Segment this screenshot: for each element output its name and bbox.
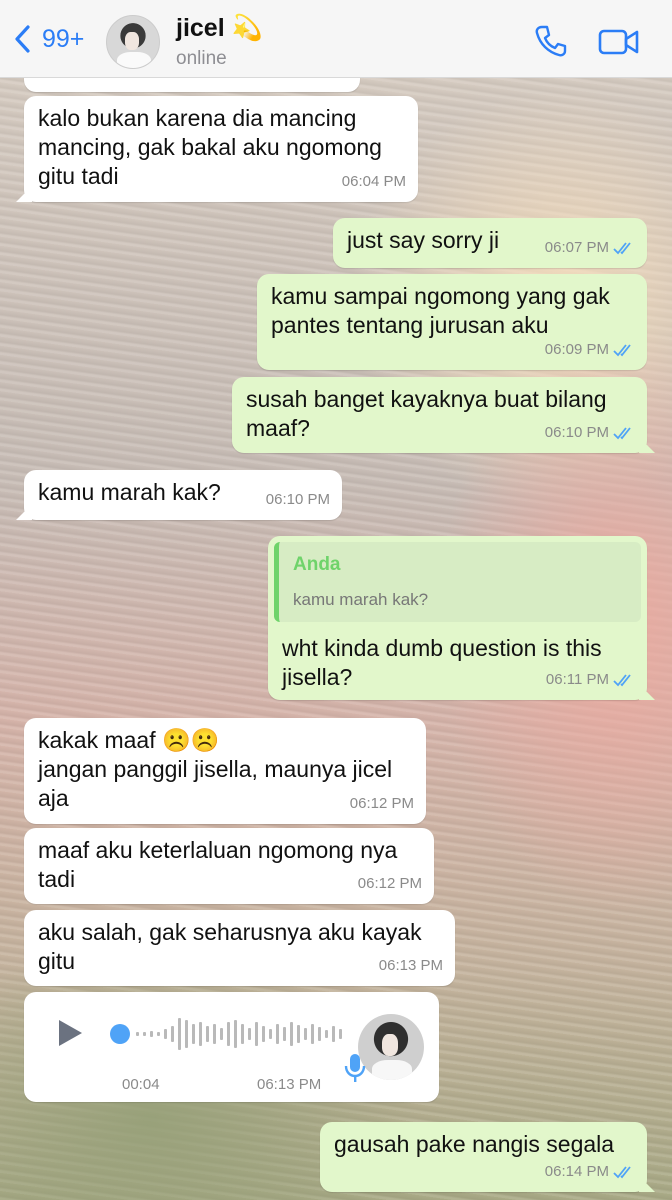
message-bubble-incoming[interactable]: maaf aku keterlaluan ngomong nya tadi 06… [24, 828, 434, 904]
contact-avatar[interactable] [106, 15, 160, 69]
message-time: 06:13 PM [378, 957, 443, 974]
voice-duration: 00:04 [122, 1076, 160, 1093]
message-bubble-outgoing[interactable]: just say sorry ji 06:07 PM [333, 218, 647, 268]
message-time: 06:12 PM [349, 795, 414, 812]
message-time: 06:11 PM [546, 665, 635, 694]
message-bubble-outgoing[interactable]: gausah pake nangis segala 06:14 PM [320, 1122, 655, 1192]
play-icon[interactable] [56, 1018, 84, 1048]
back-button[interactable]: 99+ [12, 24, 84, 54]
message-time: 06:14 PM [545, 1157, 635, 1186]
message-bubble-incoming[interactable]: kalo bukan karena dia mancing mancing, g… [16, 96, 418, 202]
double-check-icon [613, 241, 631, 254]
double-check-icon [613, 673, 631, 686]
sender-avatar [358, 1014, 424, 1080]
waveform[interactable] [110, 1012, 350, 1056]
message-text: gausah pake nangis segala [334, 1131, 615, 1157]
message-bubble-incoming[interactable]: aku salah, gak seharusnya aku kayak gitu… [24, 910, 455, 986]
message-time: 06:12 PM [357, 875, 422, 892]
double-check-icon [613, 343, 631, 356]
message-time: 06:10 PM [265, 491, 330, 508]
message-bubble-outgoing[interactable]: kamu sampai ngomong yang gak pantes tent… [257, 274, 647, 370]
message-time: 06:13 PM [257, 1076, 322, 1093]
double-check-icon [613, 426, 631, 439]
contact-status: online [176, 48, 227, 69]
quote-author: Anda [293, 554, 341, 575]
unread-count: 99+ [42, 24, 85, 53]
message-text: kamu sampai ngomong yang gak pantes tent… [271, 283, 610, 338]
double-check-icon [613, 1165, 631, 1178]
chat-header: 99+ jicel 💫 online [0, 0, 672, 78]
message-bubble-outgoing[interactable]: susah banget kayaknya buat bilang maaf? … [232, 377, 655, 453]
contact-name[interactable]: jicel 💫 [176, 14, 263, 43]
message-time: 06:09 PM [545, 335, 635, 364]
microphone-icon [344, 1054, 366, 1082]
phone-icon[interactable] [534, 24, 568, 58]
message-bubble-incoming[interactable]: kamu marah kak? 06:10 PM [16, 470, 342, 520]
voice-message[interactable]: 00:04 06:13 PM [24, 992, 439, 1102]
video-camera-icon[interactable] [598, 28, 640, 56]
message-time: 06:07 PM [545, 233, 635, 262]
quoted-message[interactable]: Anda kamu marah kak? [274, 542, 641, 622]
message-time: 06:04 PM [341, 173, 406, 190]
quote-text: kamu marah kak? [293, 590, 429, 609]
message-bubble-incoming[interactable]: kakak maaf ☹️☹️ jangan panggil jisella, … [24, 718, 426, 824]
message-bubble-outgoing-reply[interactable]: Anda kamu marah kak? wht kinda dumb ques… [268, 536, 655, 700]
chevron-left-icon [15, 25, 30, 53]
message-time: 06:10 PM [545, 418, 635, 447]
